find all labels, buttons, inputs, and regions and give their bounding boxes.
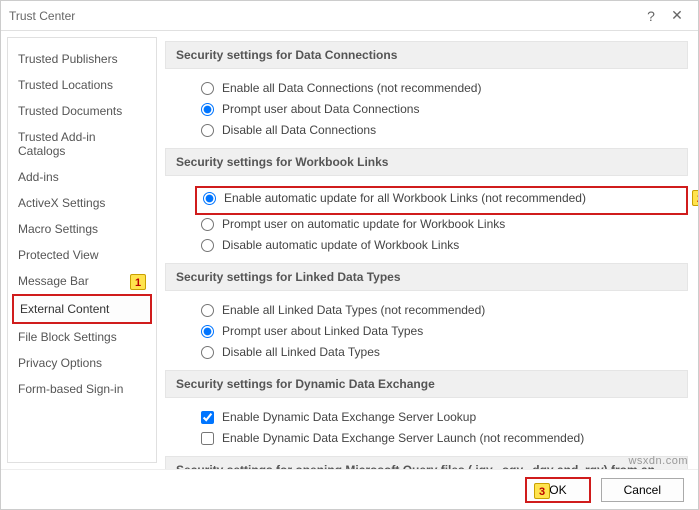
option-label: Prompt user about Data Connections	[222, 102, 419, 116]
watermark-text: wsxdn.com	[628, 455, 688, 467]
option-enable-all-data-connections[interactable]: Enable all Data Connections (not recomme…	[165, 79, 688, 100]
dialog-title: Trust Center	[9, 9, 638, 23]
option-label: Disable all Data Connections	[222, 123, 376, 137]
radio-input[interactable]	[201, 218, 214, 231]
sidebar-item-external-content[interactable]: External Content	[12, 294, 152, 324]
section-workbook-links: Security settings for Workbook Links	[165, 148, 688, 176]
cancel-button[interactable]: Cancel	[601, 478, 684, 502]
option-enable-all-linked-data-types[interactable]: Enable all Linked Data Types (not recomm…	[165, 301, 688, 322]
section-msquery: Security settings for opening Microsoft …	[165, 456, 688, 469]
sidebar-item-message-bar[interactable]: Message Bar 1	[12, 268, 152, 294]
sidebar: Trusted Publishers Trusted Locations Tru…	[7, 37, 157, 463]
option-label: Disable automatic update of Workbook Lin…	[222, 238, 459, 252]
close-icon[interactable]: ✕	[664, 7, 690, 24]
sidebar-item-add-ins[interactable]: Add-ins	[12, 164, 152, 190]
option-label: Enable automatic update for all Workbook…	[224, 191, 586, 205]
annotation-3-icon: 3	[534, 483, 550, 499]
radio-input[interactable]	[201, 304, 214, 317]
checkbox-input[interactable]	[201, 411, 214, 424]
annotation-2-icon: 2	[692, 190, 698, 206]
option-label: Enable all Linked Data Types (not recomm…	[222, 303, 485, 317]
option-disable-all-data-connections[interactable]: Disable all Data Connections	[165, 121, 688, 142]
option-disable-linked-data-types[interactable]: Disable all Linked Data Types	[165, 343, 688, 364]
option-enable-auto-update-workbook-links[interactable]: Enable automatic update for all Workbook…	[197, 189, 684, 210]
radio-input[interactable]	[203, 192, 216, 205]
sidebar-item-trusted-locations[interactable]: Trusted Locations	[12, 72, 152, 98]
option-label: Enable all Data Connections (not recomme…	[222, 81, 481, 95]
radio-input[interactable]	[201, 103, 214, 116]
sidebar-item-trusted-documents[interactable]: Trusted Documents	[12, 98, 152, 124]
option-disable-workbook-links[interactable]: Disable automatic update of Workbook Lin…	[165, 236, 688, 257]
trust-center-dialog: Trust Center ? ✕ Trusted Publishers Trus…	[0, 0, 699, 510]
radio-input[interactable]	[201, 82, 214, 95]
sidebar-item-form-based-signin[interactable]: Form-based Sign-in	[12, 376, 152, 402]
help-icon[interactable]: ?	[638, 8, 664, 24]
option-label: Disable all Linked Data Types	[222, 345, 380, 359]
option-label: Enable Dynamic Data Exchange Server Look…	[222, 410, 476, 424]
checkbox-input[interactable]	[201, 432, 214, 445]
dialog-footer: 3 OK Cancel wsxdn.com	[1, 469, 698, 509]
radio-input[interactable]	[201, 124, 214, 137]
sidebar-item-file-block-settings[interactable]: File Block Settings	[12, 324, 152, 350]
option-prompt-data-connections[interactable]: Prompt user about Data Connections	[165, 100, 688, 121]
sidebar-item-activex-settings[interactable]: ActiveX Settings	[12, 190, 152, 216]
sidebar-item-protected-view[interactable]: Protected View	[12, 242, 152, 268]
annotation-1-icon: 1	[130, 274, 146, 290]
sidebar-item-label: Message Bar	[18, 274, 89, 288]
option-label: Enable Dynamic Data Exchange Server Laun…	[222, 431, 584, 445]
radio-input[interactable]	[201, 325, 214, 338]
main-panel: Security settings for Data Connections E…	[157, 31, 698, 469]
option-prompt-linked-data-types[interactable]: Prompt user about Linked Data Types	[165, 322, 688, 343]
section-linked-data-types: Security settings for Linked Data Types	[165, 263, 688, 291]
option-enable-dde-launch[interactable]: Enable Dynamic Data Exchange Server Laun…	[165, 429, 688, 450]
sidebar-item-trusted-publishers[interactable]: Trusted Publishers	[12, 46, 152, 72]
section-dde: Security settings for Dynamic Data Excha…	[165, 370, 688, 398]
titlebar: Trust Center ? ✕	[1, 1, 698, 31]
dialog-body: Trusted Publishers Trusted Locations Tru…	[1, 31, 698, 469]
option-enable-dde-lookup[interactable]: Enable Dynamic Data Exchange Server Look…	[165, 408, 688, 429]
sidebar-item-privacy-options[interactable]: Privacy Options	[12, 350, 152, 376]
radio-input[interactable]	[201, 239, 214, 252]
section-data-connections: Security settings for Data Connections	[165, 41, 688, 69]
option-prompt-workbook-links[interactable]: Prompt user on automatic update for Work…	[165, 215, 688, 236]
option-label: Prompt user about Linked Data Types	[222, 324, 423, 338]
option-label: Prompt user on automatic update for Work…	[222, 217, 505, 231]
radio-input[interactable]	[201, 346, 214, 359]
sidebar-item-macro-settings[interactable]: Macro Settings	[12, 216, 152, 242]
sidebar-item-trusted-addin-catalogs[interactable]: Trusted Add-in Catalogs	[12, 124, 152, 164]
framed-workbook-option: Enable automatic update for all Workbook…	[195, 186, 688, 215]
